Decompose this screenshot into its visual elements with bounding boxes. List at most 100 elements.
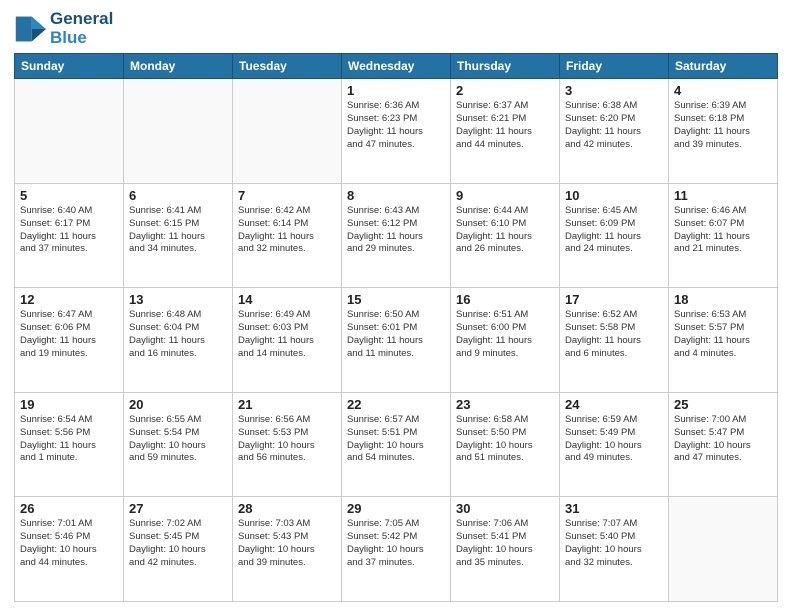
day-number: 29 <box>347 501 445 516</box>
calendar-cell: 3Sunrise: 6:38 AM Sunset: 6:20 PM Daylig… <box>560 79 669 184</box>
day-number: 19 <box>20 397 118 412</box>
calendar-cell: 11 Sunrise: 6:46 AM Sunset: 6:07 PM Dayli… <box>669 183 778 288</box>
day-info: Sunrise: 6:57 AM Sunset: 5:51 PM Dayligh… <box>347 414 445 465</box>
day-info: Sunrise: 6:56 AM Sunset: 5:53 PM Dayligh… <box>238 414 336 465</box>
weekday-header-monday: Monday <box>124 54 233 79</box>
day-info: Sunrise: 7:00 AM Sunset: 5:47 PM Dayligh… <box>674 414 772 465</box>
day-number: 22 <box>347 397 445 412</box>
day-number: 10 <box>565 188 663 203</box>
week-row-5: 26 Sunrise: 7:01 AM Sunset: 5:46 PM Dayli… <box>15 497 778 602</box>
calendar-cell <box>124 79 233 184</box>
day-info: Sunrise: 6:55 AM Sunset: 5:54 PM Dayligh… <box>129 414 227 465</box>
day-number: 30 <box>456 501 554 516</box>
calendar-table: SundayMondayTuesdayWednesdayThursdayFrid… <box>14 53 778 602</box>
day-info: Sunrise: 6:50 AM Sunset: 6:01 PM Dayligh… <box>347 309 445 360</box>
calendar-cell: 21Sunrise: 6:56 AM Sunset: 5:53 PM Dayli… <box>233 392 342 497</box>
day-info: Sunrise: 6:52 AM Sunset: 5:58 PM Dayligh… <box>565 309 663 360</box>
calendar-cell: 7Sunrise: 6:42 AM Sunset: 6:14 PM Daylig… <box>233 183 342 288</box>
day-number: 5 <box>20 188 118 203</box>
calendar-cell: 25 Sunrise: 7:00 AM Sunset: 5:47 PM Dayli… <box>669 392 778 497</box>
calendar-cell: 28Sunrise: 7:03 AM Sunset: 5:43 PM Dayli… <box>233 497 342 602</box>
calendar-cell: 16 Sunrise: 6:51 AM Sunset: 6:00 PM Dayli… <box>451 288 560 393</box>
calendar-cell: 17 Sunrise: 6:52 AM Sunset: 5:58 PM Dayli… <box>560 288 669 393</box>
day-number: 11 <box>674 188 772 203</box>
day-number: 28 <box>238 501 336 516</box>
day-info: Sunrise: 7:01 AM Sunset: 5:46 PM Dayligh… <box>20 518 118 569</box>
day-info: Sunrise: 6:48 AM Sunset: 6:04 PM Dayligh… <box>129 309 227 360</box>
page: General Blue SundayMondayTuesdayWednesda… <box>0 0 792 612</box>
calendar-cell: 15 Sunrise: 6:50 AM Sunset: 6:01 PM Dayli… <box>342 288 451 393</box>
day-info: Sunrise: 6:41 AM Sunset: 6:15 PM Dayligh… <box>129 205 227 256</box>
week-row-1: 1 Sunrise: 6:36 AM Sunset: 6:23 PM Daylig… <box>15 79 778 184</box>
calendar-cell: 26 Sunrise: 7:01 AM Sunset: 5:46 PM Dayli… <box>15 497 124 602</box>
day-info: Sunrise: 6:54 AM Sunset: 5:56 PM Dayligh… <box>20 414 118 465</box>
calendar-cell: 5 Sunrise: 6:40 AM Sunset: 6:17 PM Daylig… <box>15 183 124 288</box>
day-info: Sunrise: 6:40 AM Sunset: 6:17 PM Dayligh… <box>20 205 118 256</box>
week-row-3: 12 Sunrise: 6:47 AM Sunset: 6:06 PM Dayli… <box>15 288 778 393</box>
calendar-cell <box>15 79 124 184</box>
day-info: Sunrise: 6:45 AM Sunset: 6:09 PM Dayligh… <box>565 205 663 256</box>
day-number: 26 <box>20 501 118 516</box>
calendar-cell: 18 Sunrise: 6:53 AM Sunset: 5:57 PM Dayli… <box>669 288 778 393</box>
weekday-header-tuesday: Tuesday <box>233 54 342 79</box>
day-info: Sunrise: 6:53 AM Sunset: 5:57 PM Dayligh… <box>674 309 772 360</box>
calendar-cell: 12 Sunrise: 6:47 AM Sunset: 6:06 PM Dayli… <box>15 288 124 393</box>
day-info: Sunrise: 6:47 AM Sunset: 6:06 PM Dayligh… <box>20 309 118 360</box>
day-info: Sunrise: 6:36 AM Sunset: 6:23 PM Dayligh… <box>347 100 445 151</box>
day-info: Sunrise: 6:42 AM Sunset: 6:14 PM Dayligh… <box>238 205 336 256</box>
calendar-cell: 27Sunrise: 7:02 AM Sunset: 5:45 PM Dayli… <box>124 497 233 602</box>
calendar-cell: 22 Sunrise: 6:57 AM Sunset: 5:51 PM Dayli… <box>342 392 451 497</box>
day-number: 13 <box>129 292 227 307</box>
calendar-cell: 6Sunrise: 6:41 AM Sunset: 6:15 PM Daylig… <box>124 183 233 288</box>
calendar-cell: 30 Sunrise: 7:06 AM Sunset: 5:41 PM Dayli… <box>451 497 560 602</box>
day-number: 23 <box>456 397 554 412</box>
day-number: 18 <box>674 292 772 307</box>
day-info: Sunrise: 6:37 AM Sunset: 6:21 PM Dayligh… <box>456 100 554 151</box>
calendar-cell <box>233 79 342 184</box>
day-number: 8 <box>347 188 445 203</box>
day-number: 14 <box>238 292 336 307</box>
header: General Blue <box>14 10 778 47</box>
day-number: 27 <box>129 501 227 516</box>
day-info: Sunrise: 6:58 AM Sunset: 5:50 PM Dayligh… <box>456 414 554 465</box>
day-number: 12 <box>20 292 118 307</box>
day-number: 4 <box>674 83 772 98</box>
day-number: 17 <box>565 292 663 307</box>
day-number: 2 <box>456 83 554 98</box>
calendar-cell: 4 Sunrise: 6:39 AM Sunset: 6:18 PM Daylig… <box>669 79 778 184</box>
day-number: 20 <box>129 397 227 412</box>
day-number: 24 <box>565 397 663 412</box>
weekday-header-sunday: Sunday <box>15 54 124 79</box>
day-info: Sunrise: 6:46 AM Sunset: 6:07 PM Dayligh… <box>674 205 772 256</box>
weekday-header-friday: Friday <box>560 54 669 79</box>
calendar-cell: 13 Sunrise: 6:48 AM Sunset: 6:04 PM Dayli… <box>124 288 233 393</box>
day-info: Sunrise: 7:07 AM Sunset: 5:40 PM Dayligh… <box>565 518 663 569</box>
calendar-cell: 8Sunrise: 6:43 AM Sunset: 6:12 PM Daylig… <box>342 183 451 288</box>
weekday-header-row: SundayMondayTuesdayWednesdayThursdayFrid… <box>15 54 778 79</box>
day-info: Sunrise: 6:39 AM Sunset: 6:18 PM Dayligh… <box>674 100 772 151</box>
calendar-cell: 2 Sunrise: 6:37 AM Sunset: 6:21 PM Daylig… <box>451 79 560 184</box>
calendar-cell: 1 Sunrise: 6:36 AM Sunset: 6:23 PM Daylig… <box>342 79 451 184</box>
day-number: 3 <box>565 83 663 98</box>
logo-icon <box>14 13 46 45</box>
week-row-2: 5 Sunrise: 6:40 AM Sunset: 6:17 PM Daylig… <box>15 183 778 288</box>
calendar-cell: 10 Sunrise: 6:45 AM Sunset: 6:09 PM Dayli… <box>560 183 669 288</box>
day-number: 15 <box>347 292 445 307</box>
day-number: 16 <box>456 292 554 307</box>
week-row-4: 19 Sunrise: 6:54 AM Sunset: 5:56 PM Dayli… <box>15 392 778 497</box>
calendar-cell: 20 Sunrise: 6:55 AM Sunset: 5:54 PM Dayli… <box>124 392 233 497</box>
day-info: Sunrise: 7:06 AM Sunset: 5:41 PM Dayligh… <box>456 518 554 569</box>
day-number: 31 <box>565 501 663 516</box>
calendar-cell: 29 Sunrise: 7:05 AM Sunset: 5:42 PM Dayli… <box>342 497 451 602</box>
calendar-cell: 23 Sunrise: 6:58 AM Sunset: 5:50 PM Dayli… <box>451 392 560 497</box>
day-number: 9 <box>456 188 554 203</box>
logo-text: General Blue <box>50 10 113 47</box>
day-number: 25 <box>674 397 772 412</box>
day-info: Sunrise: 6:51 AM Sunset: 6:00 PM Dayligh… <box>456 309 554 360</box>
calendar-cell <box>669 497 778 602</box>
day-number: 1 <box>347 83 445 98</box>
calendar-cell: 24 Sunrise: 6:59 AM Sunset: 5:49 PM Dayli… <box>560 392 669 497</box>
calendar-cell: 31 Sunrise: 7:07 AM Sunset: 5:40 PM Dayli… <box>560 497 669 602</box>
day-info: Sunrise: 6:59 AM Sunset: 5:49 PM Dayligh… <box>565 414 663 465</box>
day-info: Sunrise: 7:05 AM Sunset: 5:42 PM Dayligh… <box>347 518 445 569</box>
